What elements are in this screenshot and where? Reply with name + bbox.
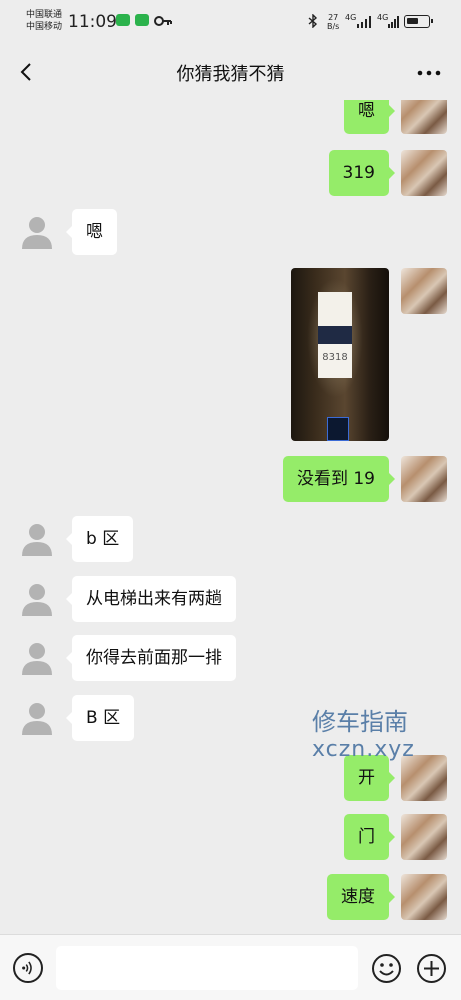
default-avatar-icon[interactable]	[18, 520, 56, 558]
clock: 11:09	[68, 12, 117, 32]
default-avatar-icon[interactable]	[18, 699, 56, 737]
message-bubble[interactable]: 319	[328, 150, 396, 196]
signal-icon	[357, 16, 371, 28]
message-row: 门	[0, 814, 461, 860]
message-input[interactable]	[56, 946, 358, 990]
message-bubble[interactable]: B 区	[65, 695, 135, 741]
wechat-notification-icon	[135, 14, 149, 26]
default-avatar-icon[interactable]	[18, 639, 56, 677]
message-bubble[interactable]: 你得去前面那一排	[66, 635, 236, 681]
message-bubble[interactable]: 从电梯出来有两趟	[66, 576, 236, 622]
battery-icon	[404, 15, 433, 28]
network-type-1: 4G	[345, 13, 357, 22]
voice-input-icon[interactable]	[13, 953, 43, 983]
photo-keypad	[327, 417, 349, 441]
message-row: 速度	[0, 874, 461, 920]
bluetooth-icon	[308, 14, 318, 28]
avatar-self[interactable]	[401, 456, 447, 502]
avatar-self[interactable]	[401, 874, 447, 920]
watermark: 修车指南 xczn.xyz	[312, 708, 415, 764]
key-icon	[154, 16, 172, 26]
message-bubble[interactable]: 门	[344, 814, 395, 860]
battery-fill	[407, 18, 418, 24]
message-row: 没看到 19	[0, 456, 461, 502]
net-speed-unit: B/s	[327, 22, 340, 31]
emoji-icon[interactable]	[371, 953, 402, 984]
network-type-2: 4G	[377, 13, 389, 22]
carrier-names: 中国联通 中国移动	[26, 9, 62, 33]
photo-message[interactable]: 8318	[291, 268, 389, 441]
carrier-1: 中国联通	[26, 10, 63, 20]
wechat-notification-icon	[116, 14, 130, 26]
message-row: 嗯	[0, 100, 461, 134]
message-row: 从电梯出来有两趟	[0, 576, 461, 622]
signal-icon	[388, 16, 399, 28]
photo-room-number: 8318	[322, 352, 348, 363]
message-row: 8318	[0, 268, 461, 442]
chat-header: 你猜我猜不猜	[0, 44, 461, 100]
message-row: 319	[0, 150, 461, 196]
avatar-self[interactable]	[401, 814, 447, 860]
net-speed-value: 27	[328, 13, 339, 22]
message-row: b 区	[0, 516, 461, 562]
message-list[interactable]: 嗯 319 嗯 8318 没看到 19 b 区 从电梯出来有两趟 你得去前面那一…	[0, 100, 461, 934]
message-bubble[interactable]: 嗯	[344, 100, 395, 134]
net-speed: 27 B/s	[327, 13, 339, 31]
watermark-url: xczn.xyz	[312, 737, 415, 762]
message-row: 你得去前面那一排	[0, 635, 461, 681]
watermark-title: 修车指南	[312, 708, 408, 736]
photo-sign-panel	[318, 292, 352, 326]
chat-title: 你猜我猜不猜	[176, 64, 285, 85]
default-avatar-icon[interactable]	[18, 213, 56, 251]
message-bubble[interactable]: 速度	[327, 874, 395, 920]
status-bar: 中国联通 中国移动 11:09 27 B/s 4G 4G	[0, 0, 461, 44]
avatar-self[interactable]	[401, 100, 447, 134]
default-avatar-icon[interactable]	[18, 580, 56, 618]
message-bubble[interactable]: 没看到 19	[282, 456, 396, 502]
input-bar	[0, 934, 461, 1000]
message-row: 嗯	[0, 209, 461, 255]
avatar-self[interactable]	[401, 150, 447, 196]
message-bubble[interactable]: 嗯	[66, 209, 117, 255]
photo-sign-stripe	[318, 326, 352, 344]
more-options-icon[interactable]	[417, 70, 441, 76]
avatar-self[interactable]	[401, 268, 447, 314]
carrier-2: 中国移动	[26, 22, 63, 32]
plus-icon[interactable]	[416, 953, 447, 984]
message-bubble[interactable]: b 区	[65, 516, 134, 562]
